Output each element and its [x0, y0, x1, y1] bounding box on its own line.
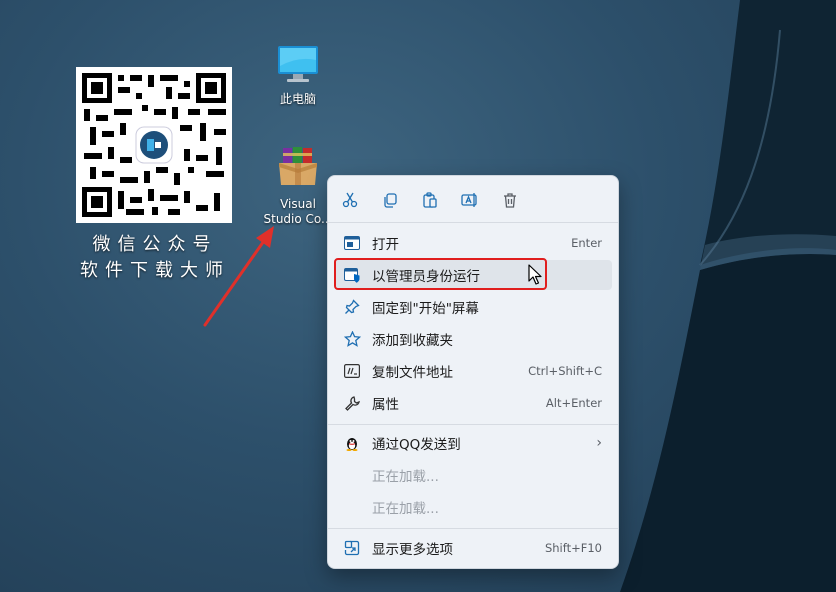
menu-item-add-to-favorites[interactable]: 添加到收藏夹 [334, 324, 612, 354]
star-icon [342, 329, 362, 349]
menu-item-loading-1: 正在加载... [334, 460, 612, 490]
chevron-right-icon: › [596, 435, 602, 451]
menu-separator [328, 222, 618, 223]
paste-icon[interactable] [417, 188, 443, 212]
menu-item-shortcut: Shift+F10 [544, 541, 602, 555]
qr-code-image [76, 67, 232, 223]
copy-icon[interactable] [377, 188, 403, 212]
desktop-icon-vs-code-archive[interactable]: Visual Studio Co... [258, 145, 338, 227]
cut-icon[interactable] [337, 188, 363, 212]
desktop-icon-this-pc[interactable]: 此电脑 [258, 44, 338, 107]
menu-item-label: 通过QQ发送到 [372, 437, 461, 453]
qr-caption-line1: 微信公众号 [92, 234, 218, 255]
menu-item-copy-path[interactable]: 复制文件地址 Ctrl+Shift+C [334, 356, 612, 386]
menu-item-show-more-options[interactable]: 显示更多选项 Shift+F10 [334, 533, 612, 563]
open-window-icon [342, 233, 362, 253]
pin-icon [342, 297, 362, 317]
menu-item-pin-to-start[interactable]: 固定到"开始"屏幕 [334, 292, 612, 322]
winrar-archive-icon [258, 145, 338, 193]
more-options-icon [342, 538, 362, 558]
menu-item-send-via-qq[interactable]: 通过QQ发送到 › [334, 428, 612, 458]
desktop-icon-label-line1: Visual [280, 197, 316, 211]
menu-item-label: 正在加载... [372, 469, 439, 485]
context-menu: 打开 Enter 以管理员身份运行 固定到"开始"屏幕 添加到收藏夹 复制文件地… [327, 175, 619, 569]
menu-item-shortcut: Alt+Enter [545, 396, 602, 410]
annotation-highlight-box [334, 258, 547, 290]
menu-item-label: 属性 [372, 397, 399, 413]
menu-item-label: 复制文件地址 [372, 365, 453, 381]
rename-icon[interactable] [457, 188, 483, 212]
delete-icon[interactable] [497, 188, 523, 212]
menu-item-label: 打开 [372, 237, 399, 253]
menu-item-label: 添加到收藏夹 [372, 333, 453, 349]
menu-item-properties[interactable]: 属性 Alt+Enter [334, 388, 612, 418]
desktop: 微信公众号 软件下载大师 此电脑 Visual Studio Co... 打开 … [0, 0, 836, 592]
menu-item-shortcut: Ctrl+Shift+C [528, 364, 602, 378]
desktop-icon-label-line2: Studio Co... [263, 212, 333, 226]
menu-separator [328, 528, 618, 529]
menu-item-loading-2: 正在加载... [334, 492, 612, 522]
wrench-icon [342, 393, 362, 413]
qq-penguin-icon [342, 433, 362, 453]
context-menu-toolbar [328, 186, 618, 214]
mouse-cursor-icon [528, 264, 542, 285]
menu-item-open[interactable]: 打开 Enter [334, 228, 612, 258]
copy-path-icon [342, 361, 362, 381]
qr-caption-line2: 软件下载大师 [80, 260, 230, 281]
menu-item-label: 固定到"开始"屏幕 [372, 301, 479, 317]
menu-separator [328, 424, 618, 425]
menu-item-shortcut: Enter [571, 236, 602, 250]
menu-item-label: 正在加载... [372, 501, 439, 517]
menu-item-label: 显示更多选项 [372, 542, 453, 558]
desktop-icon-label: 此电脑 [279, 92, 316, 106]
monitor-icon [258, 44, 338, 88]
